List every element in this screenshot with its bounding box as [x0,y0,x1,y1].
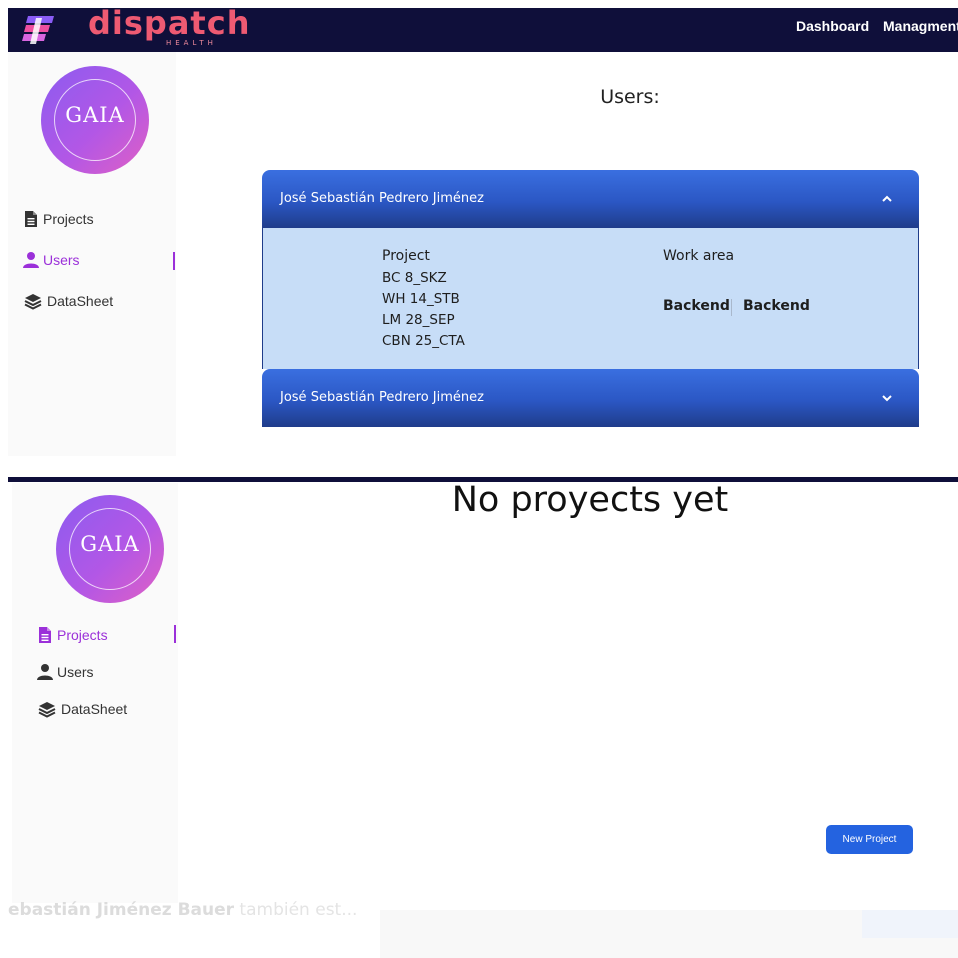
empty-state-message: No proyects yet [451,480,729,520]
sidebar-item-projects[interactable]: Projects [36,626,108,644]
sidebar-item-users[interactable]: Users [36,663,94,681]
active-indicator [173,252,175,270]
file-icon [25,211,37,227]
project-item: WH 14_STB [382,291,460,307]
dispatch-logo-icon [22,16,54,44]
accordion-body-user-1: Project BC 8_SKZ WH 14_STB LM 28_SEP CBN… [262,228,919,369]
sidebar-item-label: Users [43,252,80,268]
sidebar-item-projects[interactable]: Projects [22,210,94,228]
user-name: José Sebastián Pedrero Jiménez [280,390,484,405]
sidebar-item-datasheet[interactable]: DataSheet [22,292,113,310]
sidebar-item-label: DataSheet [61,701,128,717]
accordion-header-user-1[interactable]: José Sebastián Pedrero Jiménez [262,170,919,228]
chevron-up-icon[interactable] [880,192,894,206]
layers-icon [24,294,42,310]
project-item: LM 28_SEP [382,312,455,328]
page-title: Users: [600,86,660,108]
sidebar-users-screen: GAIA Projects Users DataSheet [8,52,176,456]
project-item: BC 8_SKZ [382,270,447,286]
user-name: José Sebastián Pedrero Jiménez [280,191,484,206]
user-icon [37,664,53,680]
avatar-label: GAIA [65,103,125,127]
sidebar-item-users[interactable]: Users [22,251,80,269]
avatar: GAIA [41,66,149,174]
active-indicator [174,625,176,643]
work-area-column-header: Work area [663,248,735,264]
layers-icon [38,702,56,718]
chevron-down-icon[interactable] [880,391,894,405]
background-overlay-box [862,910,958,938]
user-icon [23,252,39,268]
background-text-rest: también est... [234,900,358,920]
app-root: dispatch HEALTH Dashboard Managment GAIA… [0,0,958,958]
sidebar-item-label: DataSheet [47,293,114,309]
nav-dashboard-link[interactable]: Dashboard [796,18,869,34]
brand-tagline: HEALTH [166,39,217,47]
work-area-value: Backend [663,298,730,314]
background-text: ebastián Jiménez Bauer también est... [8,900,357,920]
sidebar-item-label: Projects [43,211,94,227]
background-text-bold: ebastián Jiménez Bauer [8,900,235,920]
top-navbar: dispatch HEALTH Dashboard Managment [8,4,958,52]
new-project-button[interactable]: New Project [826,825,913,854]
nav-managment-link[interactable]: Managment [883,18,958,34]
sidebar-projects-screen: GAIA Projects Users DataSheet [12,483,178,903]
sidebar-item-label: Projects [57,627,108,643]
avatar: GAIA [56,495,164,603]
sidebar-item-label: Users [57,664,94,680]
project-item: CBN 25_CTA [382,333,465,349]
work-area-value: Backend [743,298,810,314]
sidebar-item-datasheet[interactable]: DataSheet [36,700,127,718]
avatar-label: GAIA [80,532,140,556]
project-column-header: Project [382,248,430,264]
work-area-separator [731,299,732,316]
file-icon [39,627,51,643]
brand-name: dispatch [88,4,251,42]
accordion-header-user-2[interactable]: José Sebastián Pedrero Jiménez [262,369,919,427]
